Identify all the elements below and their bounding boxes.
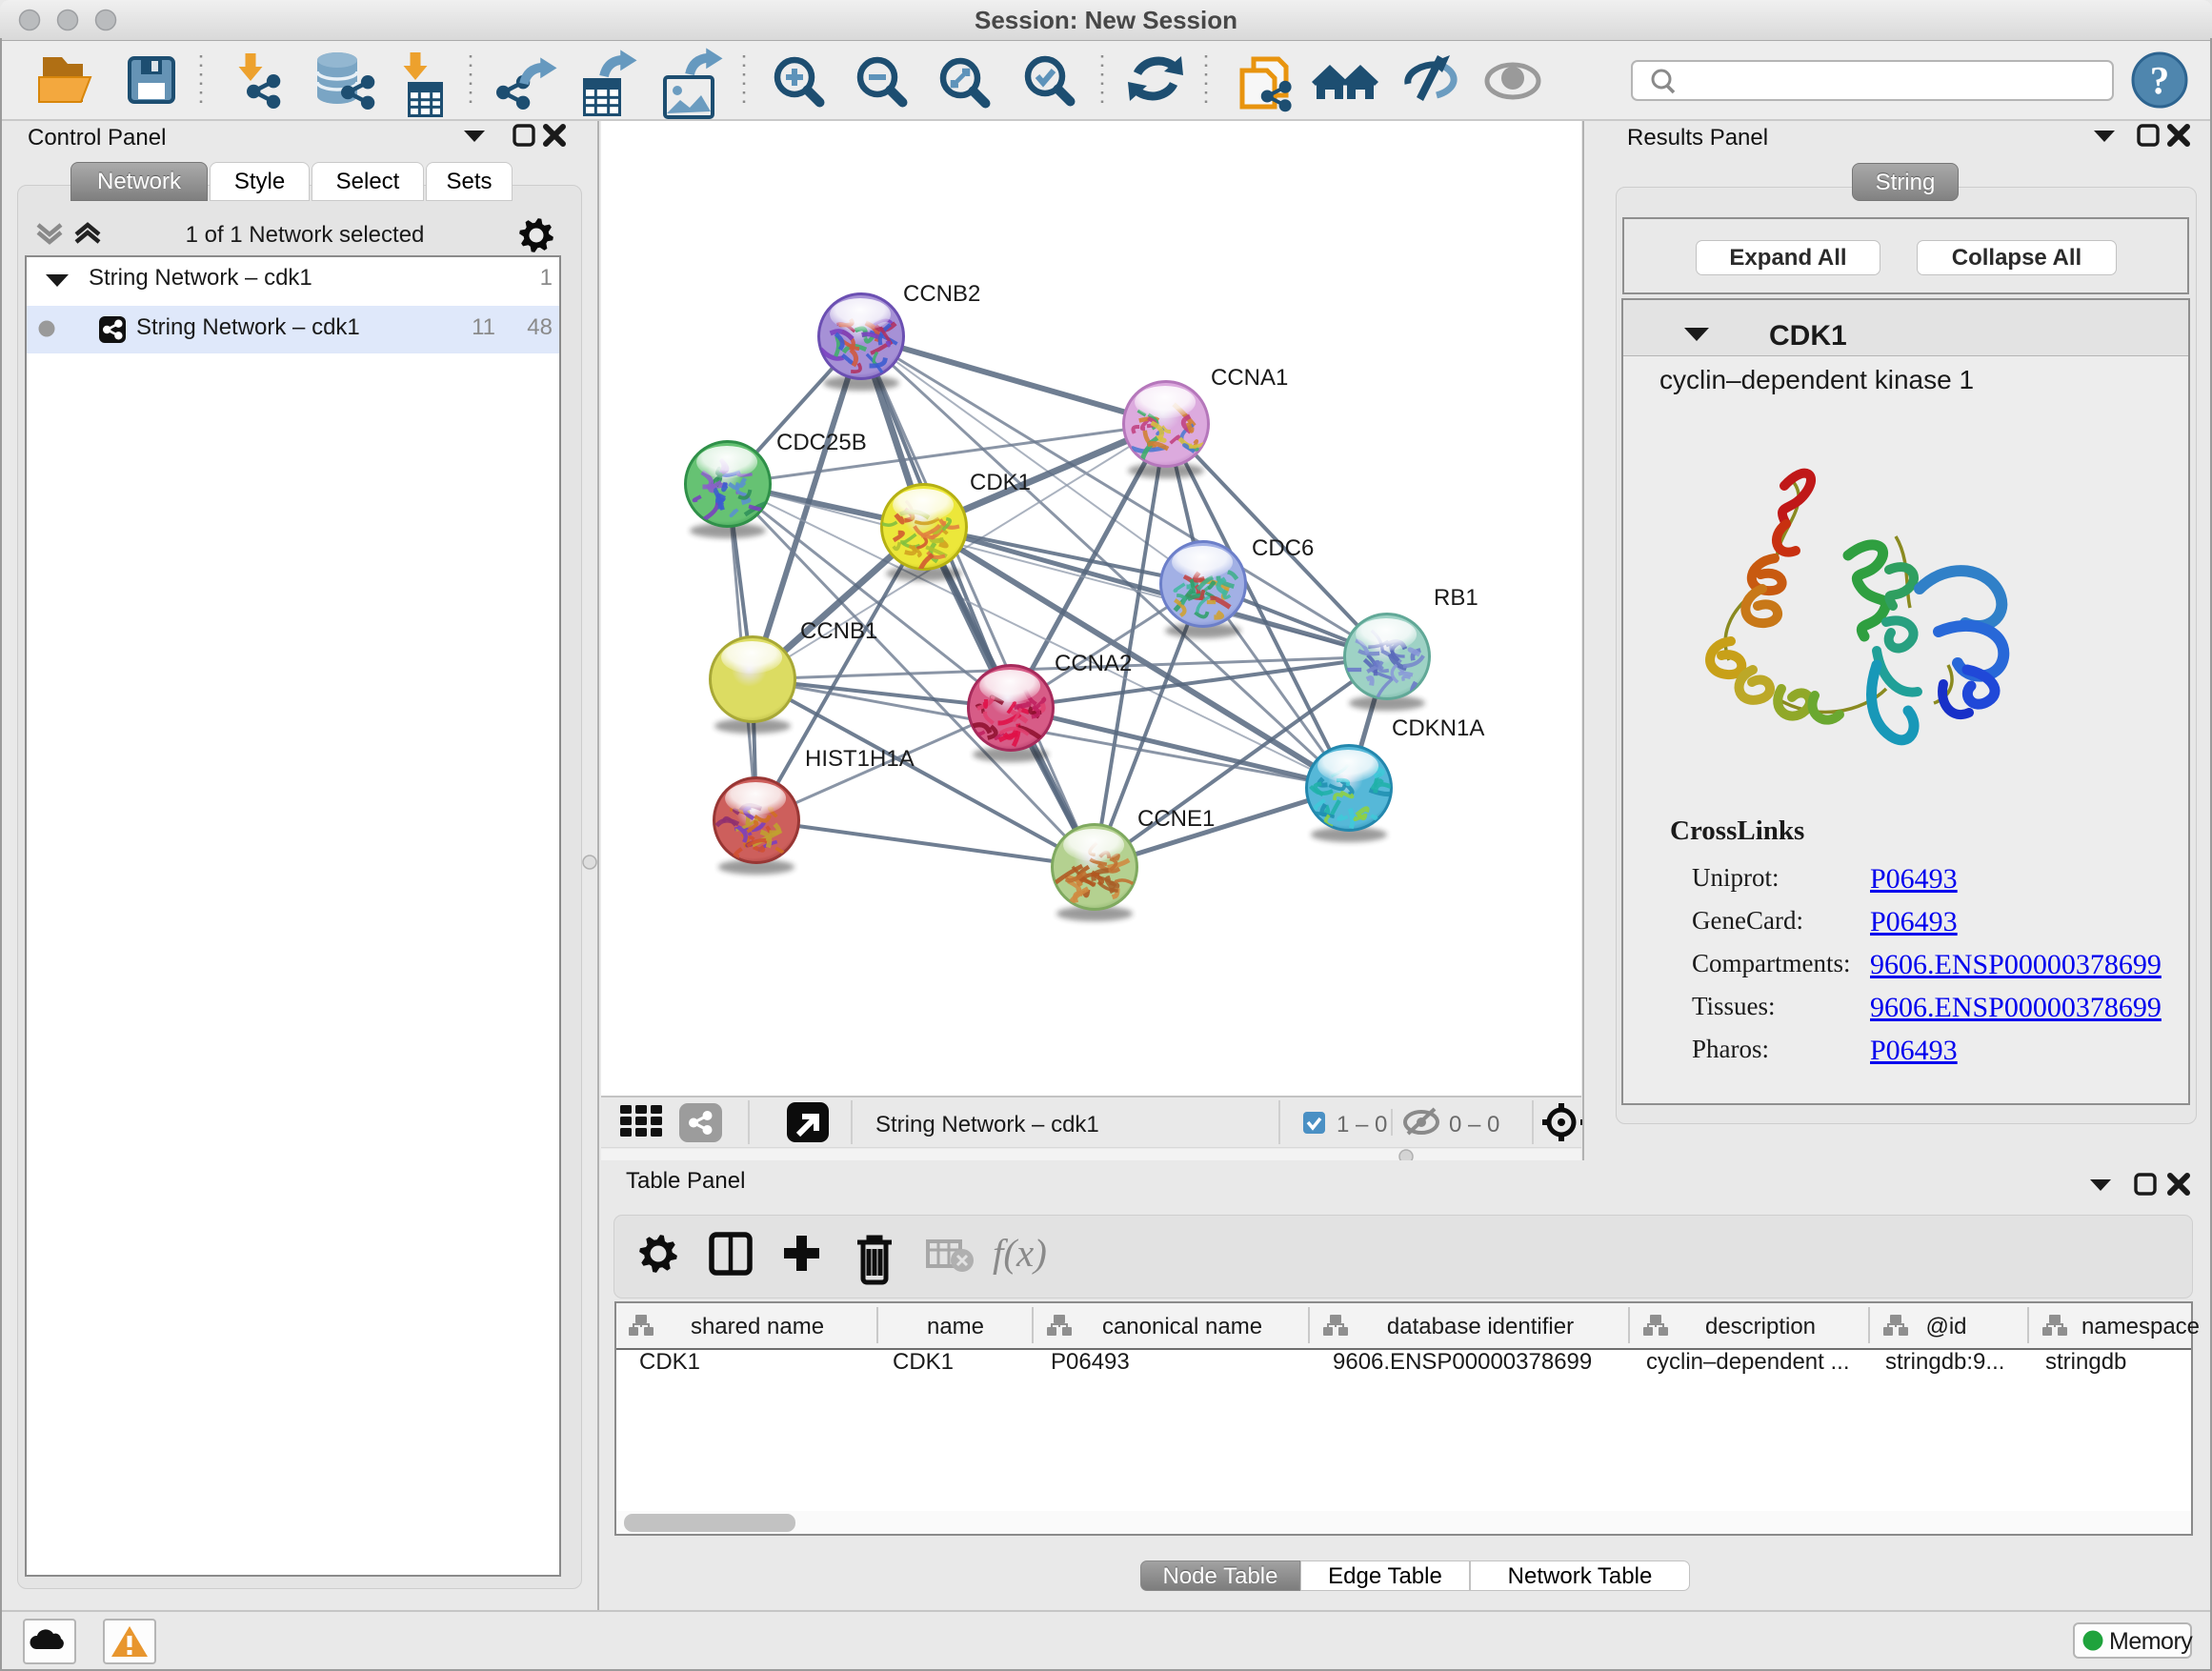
svg-text:1 – 0: 1 – 0 — [1337, 1112, 1387, 1137]
svg-text:?: ? — [2150, 58, 2170, 102]
svg-text:stringdb:9...: stringdb:9... — [1885, 1349, 2004, 1375]
svg-text:cyclin–dependent ...: cyclin–dependent ... — [1646, 1349, 1849, 1375]
svg-text:9606.ENSP00000378699: 9606.ENSP00000378699 — [1333, 1349, 1592, 1375]
svg-text:RB1: RB1 — [1434, 585, 1478, 611]
svg-text:CDC6: CDC6 — [1252, 535, 1314, 561]
svg-text:f(x): f(x) — [993, 1231, 1047, 1275]
svg-text:database identifier: database identifier — [1387, 1314, 1574, 1339]
svg-text:P06493: P06493 — [1051, 1349, 1130, 1375]
svg-text:@id: @id — [1925, 1314, 1966, 1339]
svg-text:0 – 0: 0 – 0 — [1449, 1112, 1499, 1137]
svg-text:canonical name: canonical name — [1102, 1314, 1262, 1339]
svg-text:shared name: shared name — [691, 1314, 824, 1339]
svg-text:CDKN1A: CDKN1A — [1392, 715, 1484, 741]
svg-text:CDC25B: CDC25B — [776, 430, 867, 455]
svg-text:String Network – cdk1: String Network – cdk1 — [875, 1112, 1099, 1137]
svg-text:CDK1: CDK1 — [639, 1349, 700, 1375]
svg-text:CCNA2: CCNA2 — [1055, 651, 1132, 676]
svg-text:description: description — [1705, 1314, 1816, 1339]
svg-text:name: name — [927, 1314, 984, 1339]
svg-text:CCNA1: CCNA1 — [1211, 365, 1288, 391]
svg-text:CCNB1: CCNB1 — [800, 618, 877, 644]
svg-text:CCNB2: CCNB2 — [903, 281, 980, 307]
svg-text:CDK1: CDK1 — [893, 1349, 954, 1375]
svg-text:stringdb: stringdb — [2045, 1349, 2126, 1375]
svg-text:namespace: namespace — [2081, 1314, 2200, 1339]
svg-text:CCNE1: CCNE1 — [1137, 806, 1215, 832]
svg-text:HIST1H1A: HIST1H1A — [805, 746, 915, 772]
svg-text:CDK1: CDK1 — [970, 470, 1031, 495]
